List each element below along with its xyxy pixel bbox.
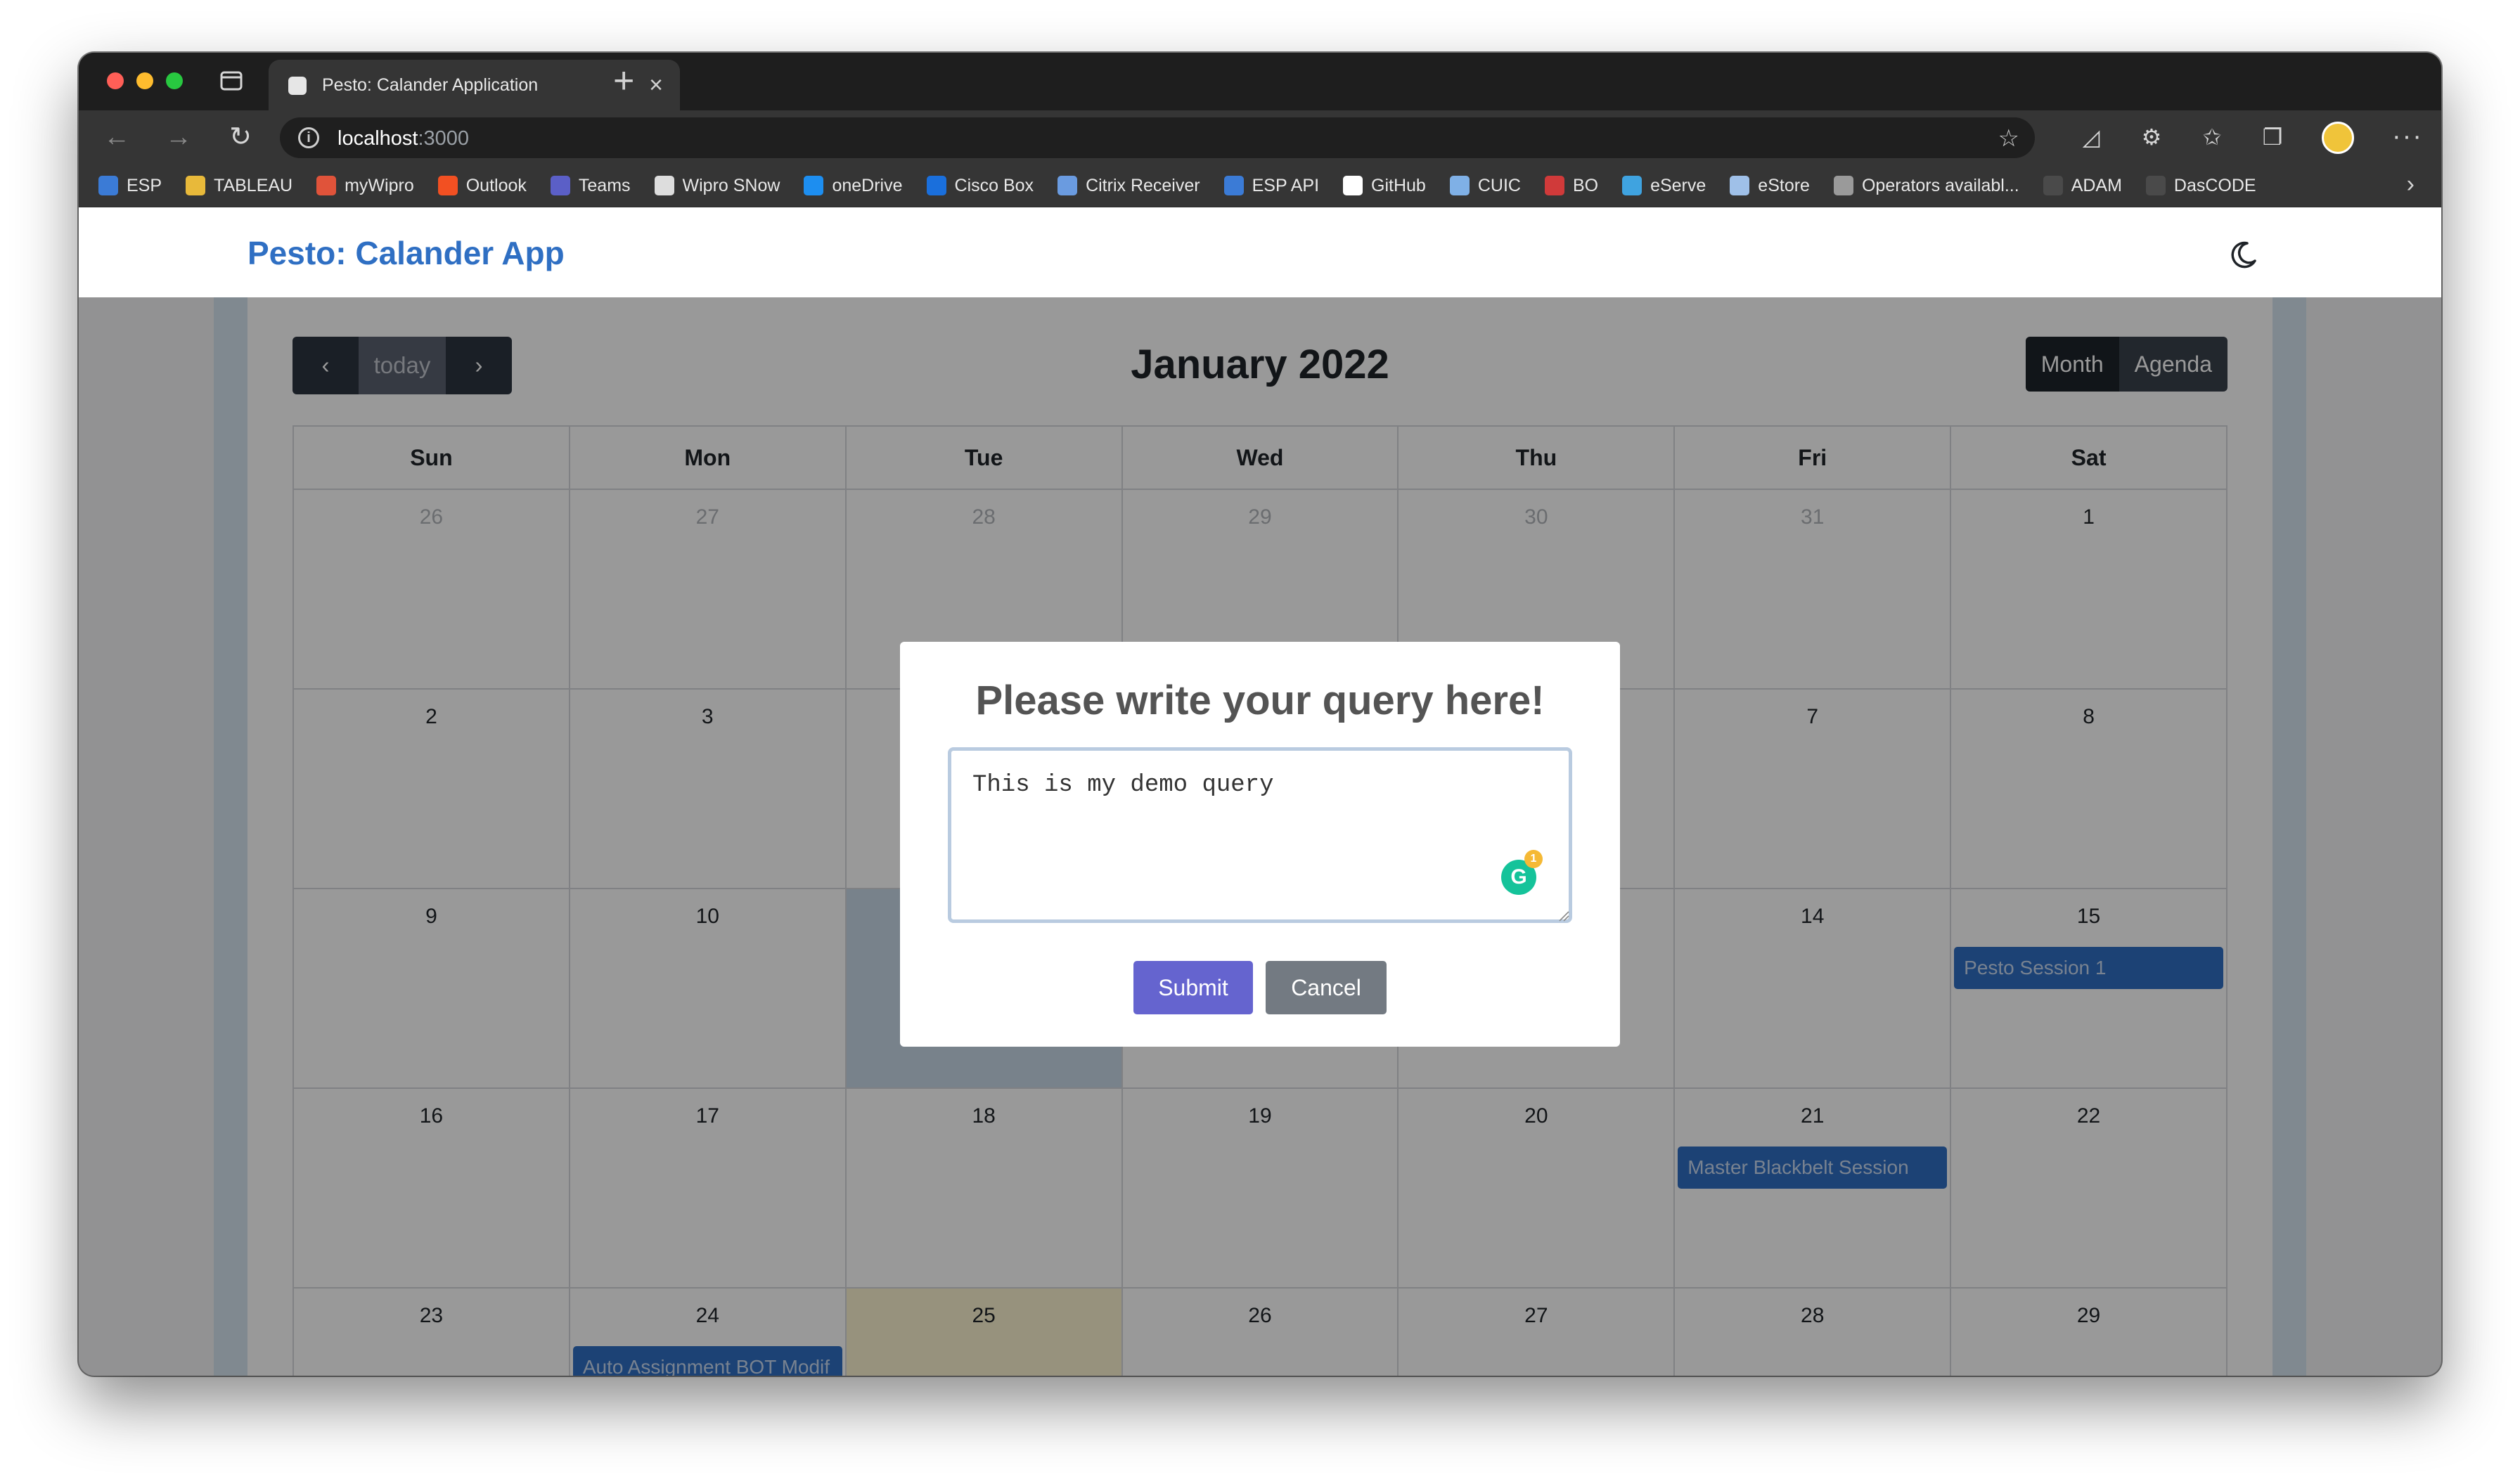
bookmark-label: GitHub — [1371, 175, 1426, 195]
bookmark-item[interactable]: TABLEAU — [186, 176, 292, 196]
bookmark-label: TABLEAU — [214, 175, 293, 195]
tab-favicon-icon — [288, 77, 307, 95]
bookmark-item[interactable]: Citrix Receiver — [1058, 176, 1200, 196]
favorites-icon[interactable]: ✩ — [2198, 123, 2226, 151]
bookmark-label: ESP API — [1252, 175, 1320, 195]
bookmark-item[interactable]: Wipro SNow — [654, 175, 780, 196]
browser-toolbar: ← → ↻ i localhost:3000 ☆ ◿ ⚙ ✩ ❐ ··· — [79, 110, 2441, 164]
browser-window: Pesto: Calander Application × + ← → ↻ i … — [79, 53, 2441, 1376]
bookmarks-bar: ESP TABLEAU myWipro Outlook Teams Wipro SNow o… — [79, 164, 2441, 207]
query-textarea[interactable]: This is my demo query — [948, 747, 1572, 923]
bookmark-favicon-icon — [98, 176, 118, 195]
bookmark-label: ESP — [127, 175, 162, 195]
bookmark-label: ADAM — [2071, 175, 2122, 195]
bookmark-label: Cisco Box — [954, 175, 1034, 195]
bookmark-label: eServe — [1650, 175, 1706, 195]
tab-close-icon[interactable]: × — [649, 71, 663, 99]
close-window-button[interactable] — [107, 72, 124, 89]
app-brand[interactable]: Pesto: Calander App — [248, 234, 565, 272]
bookmark-favicon-icon — [1058, 176, 1078, 195]
bookmark-favicon-icon — [1223, 176, 1244, 195]
bookmark-item[interactable]: oneDrive — [804, 175, 903, 196]
reload-icon[interactable]: ↻ — [224, 120, 257, 154]
bookmark-favicon-icon — [804, 176, 824, 195]
new-tab-button[interactable]: + — [613, 63, 634, 99]
bookmark-favicon-icon — [1449, 176, 1470, 195]
bookmark-favicon-icon — [2043, 176, 2063, 195]
url-host: localhost — [338, 127, 418, 150]
app-header: Pesto: Calander App — [79, 207, 2441, 297]
bookmark-item[interactable]: Operators availabl... — [1833, 175, 2019, 196]
bookmark-item[interactable]: Cisco Box — [926, 175, 1034, 196]
bookmark-item[interactable]: eStore — [1730, 176, 1810, 196]
bookmark-label: eStore — [1758, 175, 1810, 195]
bookmark-label: Operators availabl... — [1861, 175, 2019, 195]
resize-handle-icon[interactable] — [1558, 910, 1569, 922]
bookmark-favicon-icon — [550, 176, 570, 195]
maximize-window-button[interactable] — [166, 72, 183, 89]
extensions-icon[interactable]: ⚙ — [2138, 123, 2166, 151]
grammarly-count-badge: 1 — [1524, 850, 1543, 868]
bookmark-item[interactable]: ESP API — [1223, 175, 1320, 196]
bookmark-label: BO — [1572, 175, 1599, 195]
bookmark-favicon-icon — [2145, 176, 2166, 195]
bookmark-favicon-icon — [316, 176, 337, 195]
url-port: :3000 — [418, 127, 470, 150]
modal-title: Please write your query here! — [975, 678, 1545, 723]
bookmark-item[interactable]: BO — [1544, 175, 1599, 196]
bookmark-favicon-icon — [186, 176, 206, 195]
bookmarks-list: ESP TABLEAU myWipro Outlook Teams Wipro SNow o… — [98, 164, 2256, 207]
tab-actions-icon[interactable] — [219, 70, 243, 92]
bookmark-item[interactable]: ESP — [98, 176, 162, 196]
url-text[interactable]: localhost:3000 — [338, 127, 469, 150]
bookmark-favicon-icon — [1544, 176, 1564, 195]
bookmark-label: Wipro SNow — [682, 175, 780, 195]
bookmark-item[interactable]: GitHub — [1343, 176, 1426, 196]
profile-avatar[interactable] — [2322, 122, 2354, 154]
submit-button[interactable]: Submit — [1133, 961, 1253, 1014]
bookmark-item[interactable]: Outlook — [437, 175, 527, 196]
bookmark-label: CUIC — [1477, 175, 1521, 195]
back-arrow-icon[interactable]: ← — [100, 120, 134, 154]
collections-icon[interactable]: ❐ — [2258, 123, 2287, 151]
add-favorite-icon[interactable]: ☆ — [1998, 124, 2019, 153]
more-bookmarks-chevron-icon[interactable]: › — [2407, 171, 2415, 198]
web-page: Pesto: Calander App ‹ today › January 20… — [79, 207, 2441, 1376]
bookmark-label: DasCODE — [2173, 175, 2256, 195]
dark-mode-moon-icon[interactable] — [2229, 240, 2258, 269]
bookmark-label: Citrix Receiver — [1086, 175, 1200, 195]
bookmark-label: myWipro — [345, 175, 414, 195]
bookmark-item[interactable]: Teams — [550, 175, 631, 196]
cancel-button[interactable]: Cancel — [1266, 961, 1387, 1014]
bookmark-favicon-icon — [654, 176, 674, 195]
bookmark-favicon-icon — [1622, 176, 1642, 195]
bookmark-item[interactable]: eServe — [1622, 176, 1706, 196]
bookmark-favicon-icon — [1343, 176, 1363, 195]
bookmark-favicon-icon — [926, 176, 946, 195]
bookmark-label: oneDrive — [832, 175, 903, 195]
site-info-icon[interactable]: i — [298, 127, 319, 148]
performance-icon[interactable]: ◿ — [2077, 123, 2105, 151]
bookmark-label: Outlook — [465, 175, 527, 195]
bookmark-item[interactable]: myWipro — [316, 176, 414, 196]
minimize-window-button[interactable] — [136, 72, 153, 89]
bookmark-favicon-icon — [437, 176, 458, 195]
query-modal: Please write your query here! This is my… — [900, 642, 1620, 1047]
forward-arrow-icon[interactable]: → — [162, 120, 195, 154]
address-bar[interactable]: i localhost:3000 ☆ — [280, 117, 2035, 158]
more-options-icon[interactable]: ··· — [2392, 122, 2423, 152]
tab-title: Pesto: Calander Application — [322, 75, 539, 95]
bookmark-item[interactable]: DasCODE — [2145, 175, 2256, 196]
tab-strip: Pesto: Calander Application × + — [79, 53, 2441, 110]
bookmark-item[interactable]: ADAM — [2043, 176, 2122, 196]
bookmark-favicon-icon — [1833, 176, 1853, 195]
bookmark-favicon-icon — [1730, 176, 1750, 195]
bookmark-label: Teams — [578, 175, 631, 195]
bookmark-item[interactable]: CUIC — [1449, 175, 1521, 196]
